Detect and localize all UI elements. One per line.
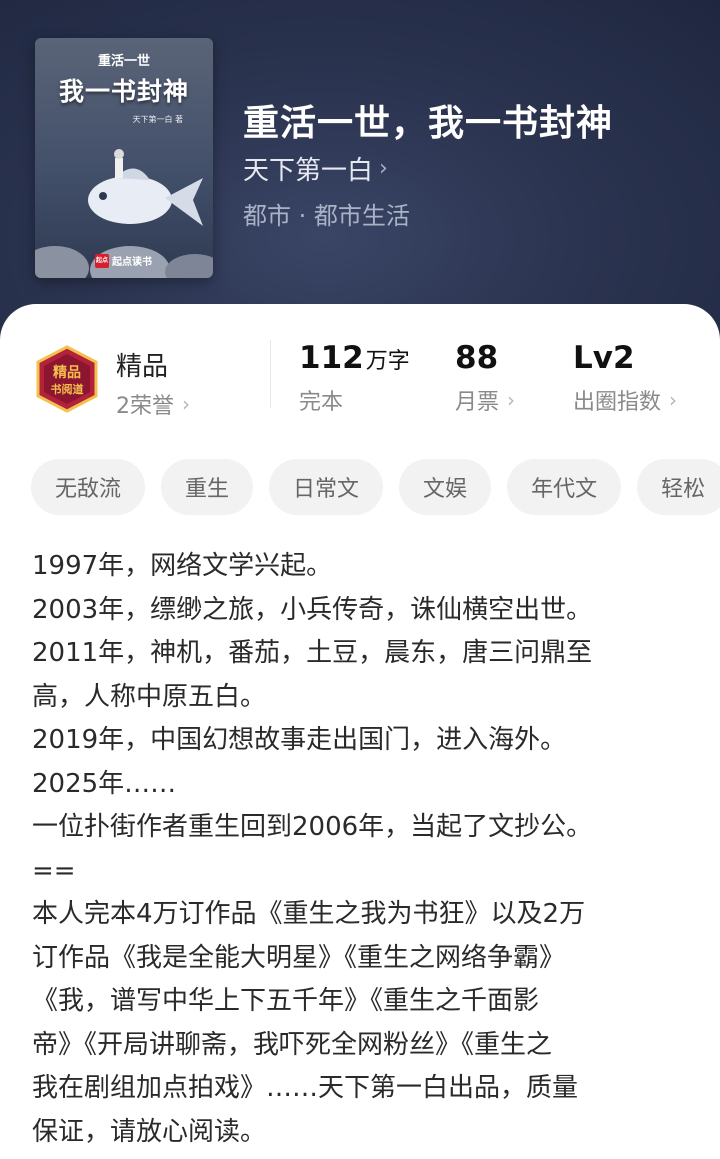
book-title: 重活一世，我一书封神 (243, 103, 614, 144)
book-cover[interactable]: 重活一世 我一书封神 天下第一白 著 起点 起点读书 (35, 38, 213, 278)
honor-count-link[interactable]: 2荣誉 › (116, 388, 190, 420)
tag-chip[interactable]: 文娱 (399, 459, 492, 515)
monthly-votes-stat[interactable]: 88 月票 › (455, 340, 515, 416)
synopsis-paragraph: 本人完本4万订作品《重生之我为书狂》以及2万 订作品《我是全能大明星》《重生之网… (32, 899, 586, 1147)
synopsis-paragraph: 2003年，缥缈之旅，小兵传奇，诛仙横空出世。 (32, 594, 593, 625)
chevron-right-icon: › (182, 392, 190, 416)
cover-rock-illustration (35, 246, 213, 278)
monthly-votes-value: 88 (455, 340, 499, 376)
tag-chip[interactable]: 无敌流 (31, 459, 146, 515)
author-name: 天下第一白 (243, 156, 374, 186)
chevron-right-icon: › (379, 156, 388, 181)
word-count-stat: 112万字 完本 (299, 340, 410, 416)
tag-chip[interactable]: 日常文 (269, 459, 384, 515)
cover-brand-name: 起点读书 (112, 257, 152, 268)
cover-title: 我一书封神 (58, 77, 189, 106)
popularity-index-label: 出圈指数 (573, 390, 662, 415)
synopsis-paragraph: 2025年…… (32, 768, 177, 799)
brand-logo-icon: 起点 (95, 253, 109, 268)
cover-brand: 起点 起点读书 (95, 253, 152, 268)
tag-list: 无敌流 重生 日常文 文娱 年代文 轻松 (31, 459, 720, 515)
tag-chip[interactable]: 年代文 (507, 459, 622, 515)
badge-text-bottom: 书阅道 (51, 382, 84, 396)
popularity-level-value: Lv2 (573, 340, 635, 376)
synopsis-paragraph: 一位扑街作者重生回到2006年，当起了文抄公。 (32, 812, 593, 842)
synopsis-paragraph: 1997年，网络文学兴起。 (32, 551, 333, 581)
word-count-unit: 万字 (365, 349, 410, 374)
chevron-right-icon: › (507, 388, 516, 412)
synopsis-paragraph: 2019年，中国幻想故事走出国门，进入海外。 (32, 725, 567, 755)
monthly-votes-label: 月票 (455, 390, 500, 415)
stats-divider (270, 340, 271, 408)
honor-badge-icon[interactable]: 精品 书阅道 (33, 345, 101, 413)
word-count-value: 112 (299, 340, 364, 376)
chevron-right-icon: › (669, 388, 678, 412)
completion-status: 完本 (299, 390, 344, 415)
book-synopsis[interactable]: 1997年，网络文学兴起。 2003年，缥缈之旅，小兵传奇，诛仙横空出世。 20… (32, 545, 692, 1154)
synopsis-paragraph: == (32, 855, 76, 886)
author-link[interactable]: 天下第一白 › (243, 150, 388, 187)
tag-chip[interactable]: 重生 (161, 459, 254, 515)
badge-text-top: 精品 (53, 364, 81, 381)
popularity-index-stat[interactable]: Lv2 出圈指数 › (573, 340, 677, 416)
cover-author: 天下第一白 著 (132, 115, 183, 124)
honor-count: 2荣誉 (116, 394, 174, 419)
book-header: 重活一世 我一书封神 天下第一白 著 起点 起点读书 重活一世，我一书封神 天下… (0, 0, 720, 340)
book-genre: 都市 · 都市生活 (243, 202, 410, 230)
tag-chip[interactable]: 轻松 (637, 459, 720, 515)
honor-label: 精品 (116, 352, 169, 382)
synopsis-paragraph: 2011年，神机，番茄，土豆，晨东，唐三问鼎至 高，人称中原五白。 (32, 638, 593, 712)
cover-subtitle: 重活一世 (97, 54, 150, 69)
